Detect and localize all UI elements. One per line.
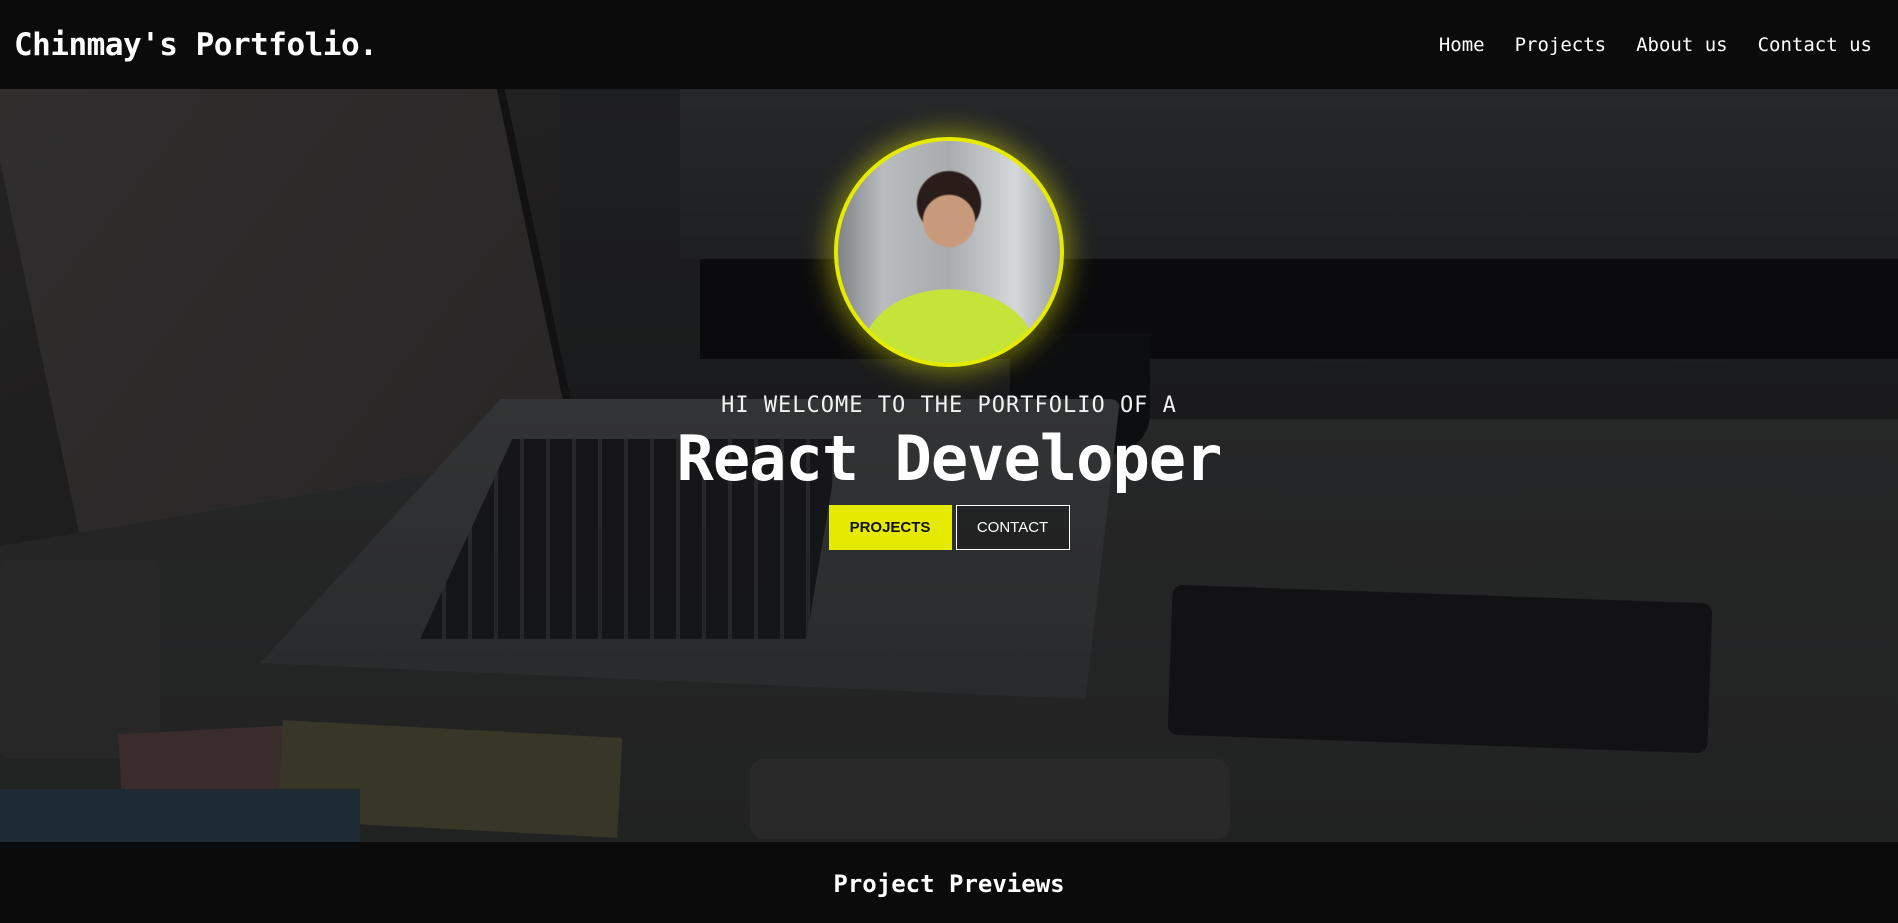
nav-link-contact[interactable]: Contact us bbox=[1758, 34, 1872, 56]
hero-section: HI WELCOME TO THE PORTFOLIO OF A React D… bbox=[0, 89, 1898, 842]
navbar: Chinmay's Portfolio. Home Projects About… bbox=[0, 0, 1898, 89]
brand-logo[interactable]: Chinmay's Portfolio. bbox=[14, 27, 378, 63]
welcome-text: HI WELCOME TO THE PORTFOLIO OF A bbox=[721, 393, 1177, 418]
nav-link-home[interactable]: Home bbox=[1439, 34, 1485, 56]
cta-buttons: PROJECTS CONTACT bbox=[828, 505, 1070, 551]
project-previews-section: Project Previews bbox=[0, 842, 1898, 923]
avatar bbox=[834, 137, 1064, 367]
nav-link-about[interactable]: About us bbox=[1636, 34, 1728, 56]
role-heading: React Developer bbox=[676, 422, 1223, 495]
nav-link-projects[interactable]: Projects bbox=[1515, 34, 1607, 56]
section-title: Project Previews bbox=[833, 870, 1065, 898]
nav-links: Home Projects About us Contact us bbox=[1439, 34, 1884, 56]
projects-button[interactable]: PROJECTS bbox=[828, 505, 952, 551]
contact-button[interactable]: CONTACT bbox=[955, 505, 1070, 551]
hero-content: HI WELCOME TO THE PORTFOLIO OF A React D… bbox=[0, 89, 1898, 842]
